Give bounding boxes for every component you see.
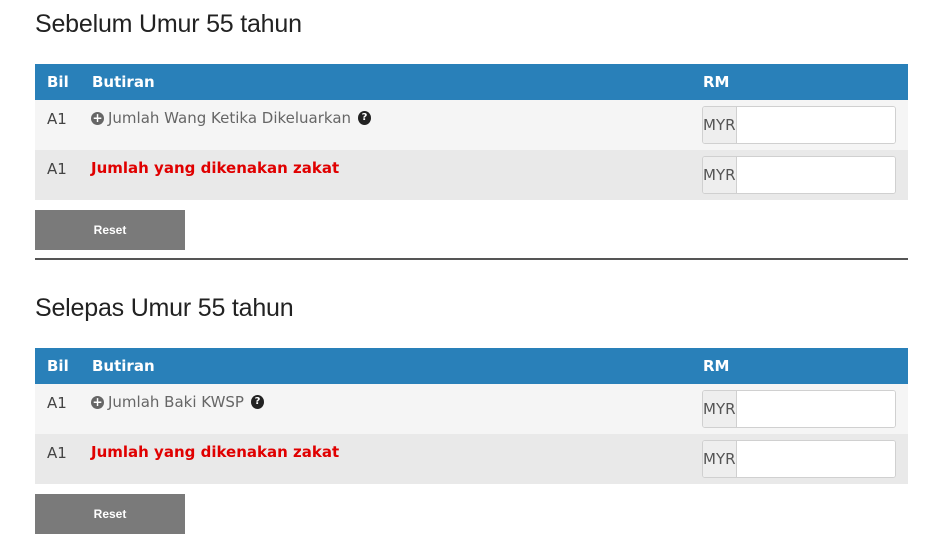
- section-title: Selepas Umur 55 tahun: [35, 294, 294, 322]
- currency-prefix: MYR: [703, 441, 737, 477]
- table-row: A1 + Jumlah Wang Ketika Dikeluarkan ? MY…: [35, 100, 908, 150]
- currency-prefix: MYR: [703, 391, 737, 427]
- reset-button[interactable]: Reset: [35, 210, 185, 250]
- amount-input[interactable]: [736, 107, 895, 143]
- header-bil: Bil: [47, 357, 69, 375]
- table-header: Bil Butiran RM: [35, 348, 908, 384]
- table-row: A1 Jumlah yang dikenakan zakat MYR ▲▼: [35, 150, 908, 200]
- table-header: Bil Butiran RM: [35, 64, 908, 100]
- plus-circle-icon[interactable]: +: [91, 395, 104, 409]
- calc-table: Bil Butiran RM A1 + Jumlah Baki KWSP ? M…: [35, 348, 908, 484]
- section-divider: [35, 258, 908, 260]
- question-circle-icon[interactable]: ?: [358, 111, 372, 125]
- currency-prefix: MYR: [703, 107, 737, 143]
- header-butiran: Butiran: [92, 357, 155, 375]
- header-butiran: Butiran: [92, 73, 155, 91]
- row-bil: A1: [47, 110, 67, 128]
- row-label-text: Jumlah Wang Ketika Dikeluarkan: [108, 109, 352, 127]
- row-label-text: Jumlah yang dikenakan zakat: [91, 443, 340, 461]
- table-row: A1 + Jumlah Baki KWSP ? MYR ▲▼: [35, 384, 908, 434]
- zakat-amount-input[interactable]: [736, 441, 895, 477]
- header-rm: RM: [703, 357, 730, 375]
- plus-circle-icon[interactable]: +: [91, 111, 104, 125]
- table-row: A1 Jumlah yang dikenakan zakat MYR ▲▼: [35, 434, 908, 484]
- amount-input-group: MYR ▲▼: [702, 106, 896, 144]
- amount-input-group: MYR ▲▼: [702, 440, 896, 478]
- row-label: + Jumlah Baki KWSP ?: [91, 393, 264, 411]
- amount-input-group: MYR ▲▼: [702, 156, 896, 194]
- header-bil: Bil: [47, 73, 69, 91]
- header-rm: RM: [703, 73, 730, 91]
- question-circle-icon[interactable]: ?: [250, 395, 264, 409]
- amount-input-group: MYR ▲▼: [702, 390, 896, 428]
- section-title: Sebelum Umur 55 tahun: [35, 10, 302, 38]
- amount-input[interactable]: [736, 391, 895, 427]
- zakat-amount-input[interactable]: [736, 157, 895, 193]
- row-bil: A1: [47, 160, 67, 178]
- row-label-text: Jumlah Baki KWSP: [108, 393, 244, 411]
- reset-button[interactable]: Reset: [35, 494, 185, 534]
- row-bil: A1: [47, 444, 67, 462]
- row-label: + Jumlah Wang Ketika Dikeluarkan ?: [91, 109, 372, 127]
- row-bil: A1: [47, 394, 67, 412]
- currency-prefix: MYR: [703, 157, 737, 193]
- calc-table: Bil Butiran RM A1 + Jumlah Wang Ketika D…: [35, 64, 908, 200]
- row-label-text: Jumlah yang dikenakan zakat: [91, 159, 340, 177]
